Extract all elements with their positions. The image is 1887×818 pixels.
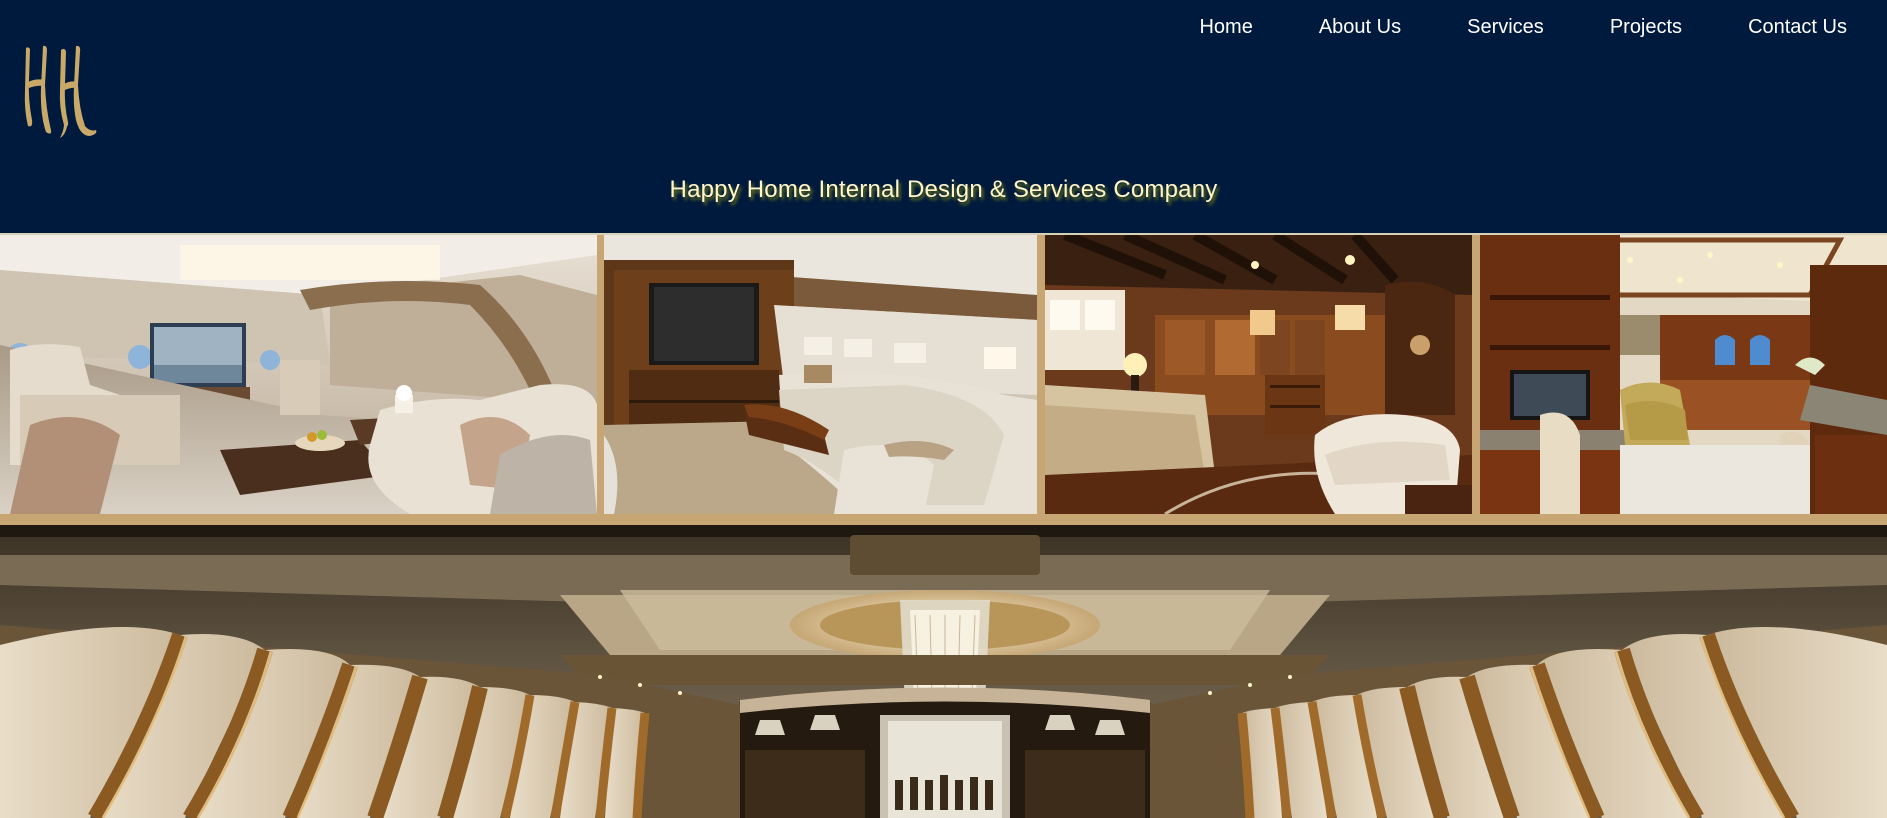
yacht-bedroom-image xyxy=(1045,235,1472,514)
main-nav: Home About Us Services Projects Contact … xyxy=(1199,14,1847,40)
nav-home[interactable]: Home xyxy=(1199,14,1252,40)
nav-contact-us[interactable]: Contact Us xyxy=(1748,14,1847,40)
photo-gallery xyxy=(0,235,1887,525)
site-header: Home About Us Services Projects Contact … xyxy=(0,0,1887,233)
hh-logo-icon[interactable] xyxy=(18,40,108,150)
nav-projects[interactable]: Projects xyxy=(1610,14,1682,40)
jet-lounge-image xyxy=(0,235,597,514)
jet-cabin-bar-image xyxy=(0,525,1887,818)
company-tagline: Happy Home Internal Design & Services Co… xyxy=(669,176,1218,203)
nav-services[interactable]: Services xyxy=(1467,14,1544,40)
nav-about-us[interactable]: About Us xyxy=(1319,14,1401,40)
yacht-office-image xyxy=(1480,235,1887,514)
jet-living-room-image xyxy=(604,235,1037,514)
